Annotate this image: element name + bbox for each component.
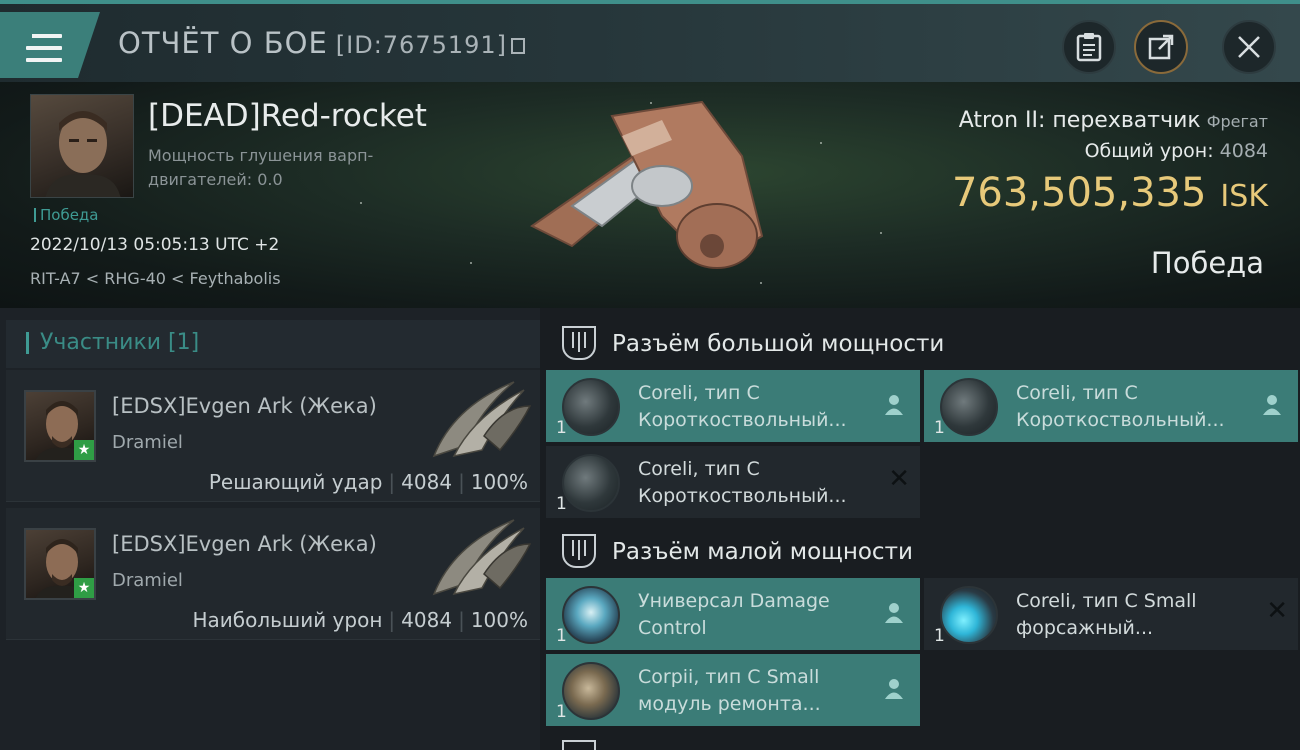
title-text: ОТЧЁТ О БОЕ: [118, 26, 328, 60]
high-slot-title: Разъём большой мощности: [612, 331, 945, 357]
attacker-ship: Dramiel: [112, 432, 183, 453]
participants-panel: Участники [1] ★ [EDSX]Evgen Ark (Жека) D…: [0, 308, 540, 750]
module-name: Coreli, тип C Small форсажный...: [1016, 590, 1197, 639]
module-quantity: 1: [556, 626, 567, 646]
module-name: Coreli, тип C Короткоствольный...: [638, 458, 847, 507]
ship-render-image: [530, 100, 764, 269]
attacker-damage: 4084: [401, 470, 453, 494]
ship-class: Фрегат: [1206, 112, 1268, 131]
isk-value: 763,505,335 ISK: [952, 170, 1268, 216]
warp-scramble-stat: Мощность глушения варп-двигателей: 0.0: [148, 146, 374, 189]
share-icon: [1148, 34, 1174, 60]
module-name: Coreli, тип C Короткоствольный...: [638, 382, 847, 431]
participant-row[interactable]: ★ [EDSX]Evgen Ark (Жека) Dramiel Наиболь…: [6, 508, 540, 640]
destroyed-x-icon: ✕: [1266, 596, 1288, 626]
victim-banner: [DEAD]Red-rocket Мощность глушения варп-…: [0, 82, 1300, 308]
module-name: Coreli, тип C Короткоствольный...: [1016, 382, 1225, 431]
dropped-person-icon: [885, 603, 903, 623]
attacker-stats: Решающий удар | 4084 | 100%: [208, 470, 528, 494]
module-item[interactable]: 1 Coreli, тип C Короткоствольный...: [546, 370, 920, 442]
close-icon: [1238, 36, 1260, 58]
low-slot-section-header: Разъём малой мощности: [548, 522, 1300, 578]
attacker-name: [EDSX]Evgen Ark (Жека): [112, 532, 377, 556]
attacker-avatar: ★: [24, 528, 96, 600]
kill-datetime: 2022/10/13 05:05:13 UTC +2: [30, 235, 280, 255]
module-quantity: 1: [556, 494, 567, 514]
share-button[interactable]: [1134, 20, 1188, 74]
attacker-role: Наибольший урон: [192, 608, 383, 632]
attacker-damage: 4084: [401, 608, 453, 632]
module-item[interactable]: 1 Coreli, тип C Короткоствольный... ✕: [546, 446, 920, 518]
module-item[interactable]: 1 Coreli, тип C Короткоствольный...: [924, 370, 1298, 442]
attacker-ship: Dramiel: [112, 570, 183, 591]
copy-icon[interactable]: [511, 38, 526, 54]
module-quantity: 1: [556, 418, 567, 438]
module-name: Corpii, тип C Small модуль ремонта...: [638, 666, 821, 715]
low-slot-icon: [562, 534, 596, 568]
attacker-role: Решающий удар: [208, 470, 383, 494]
attacker-stats: Наибольший урон | 4084 | 100%: [192, 608, 528, 632]
avatar: [45, 111, 121, 197]
attacker-percent: 100%: [470, 470, 528, 494]
module-item[interactable]: 1 Coreli, тип C Small форсажный... ✕: [924, 578, 1298, 650]
attacker-avatar: ★: [24, 390, 96, 462]
slot-icon: [562, 740, 596, 750]
battle-report-window: ОТЧЁТ О БОЕ [ID:7675191] [DEAD]Red-rocke…: [0, 0, 1300, 750]
victory-tag: Победа: [34, 206, 99, 224]
blaster-module-icon: [940, 378, 998, 436]
fitting-panel: Разъём большой мощности 1 Coreli, тип CК…: [540, 308, 1300, 750]
kill-location[interactable]: RIT-A7 < RHG-40 < Feythabolis: [30, 269, 281, 288]
participant-row[interactable]: ★ [EDSX]Evgen Ark (Жека) Dramiel Решающи…: [6, 370, 540, 502]
destroyed-x-icon: ✕: [888, 464, 910, 494]
blaster-module-icon: [562, 454, 620, 512]
participants-header: Участники [1]: [40, 330, 200, 355]
participants-tab[interactable]: Участники [1]: [6, 320, 540, 368]
repair-module-icon: [562, 662, 620, 720]
high-slot-icon: [562, 326, 596, 360]
battle-result: Победа: [1150, 246, 1264, 280]
close-button[interactable]: [1222, 20, 1276, 74]
module-item[interactable]: 1 Corpii, тип C Small модуль ремонта...: [546, 654, 920, 726]
report-id: [ID:7675191]: [335, 31, 508, 59]
module-name: Универсал Damage Control: [638, 590, 830, 639]
isk-unit: ISK: [1220, 179, 1268, 214]
attacker-percent: 100%: [470, 608, 528, 632]
clipboard-button[interactable]: [1062, 20, 1116, 74]
dropped-person-icon: [885, 395, 903, 415]
damage-control-icon: [562, 586, 620, 644]
dropped-person-icon: [1263, 395, 1281, 415]
attacker-ship-image: [432, 381, 532, 458]
menu-icon: [26, 34, 62, 62]
corp-star-icon: ★: [74, 578, 94, 598]
afterburner-icon: [940, 586, 998, 644]
module-quantity: 1: [934, 418, 945, 438]
module-item[interactable]: 1 Универсал Damage Control: [546, 578, 920, 650]
ship-type[interactable]: Atron II: перехватчик Фрегат: [959, 108, 1268, 133]
next-slot-section-header: [548, 732, 1300, 750]
total-damage: Общий урон: 4084: [1085, 140, 1268, 162]
high-slot-section-header: Разъём большой мощности: [548, 314, 1300, 370]
module-quantity: 1: [556, 702, 567, 722]
corp-star-icon: ★: [74, 440, 94, 460]
isk-amount: 763,505,335: [951, 170, 1207, 216]
module-quantity: 1: [934, 626, 945, 646]
dropped-person-icon: [885, 679, 903, 699]
menu-button[interactable]: [0, 12, 100, 78]
total-damage-label: Общий урон:: [1084, 140, 1214, 162]
attacker-name: [EDSX]Evgen Ark (Жека): [112, 394, 377, 418]
total-damage-value: 4084: [1219, 140, 1268, 162]
victim-portrait[interactable]: [30, 94, 134, 198]
ship-name: Atron II: перехватчик: [958, 108, 1201, 133]
low-slot-title: Разъём малой мощности: [612, 539, 913, 565]
clipboard-icon: [1076, 33, 1102, 62]
header-bar: ОТЧЁТ О БОЕ [ID:7675191]: [0, 4, 1300, 82]
victim-name[interactable]: [DEAD]Red-rocket: [148, 98, 427, 134]
blaster-module-icon: [562, 378, 620, 436]
page-title: ОТЧЁТ О БОЕ [ID:7675191]: [118, 26, 526, 60]
attacker-ship-image: [432, 519, 532, 596]
